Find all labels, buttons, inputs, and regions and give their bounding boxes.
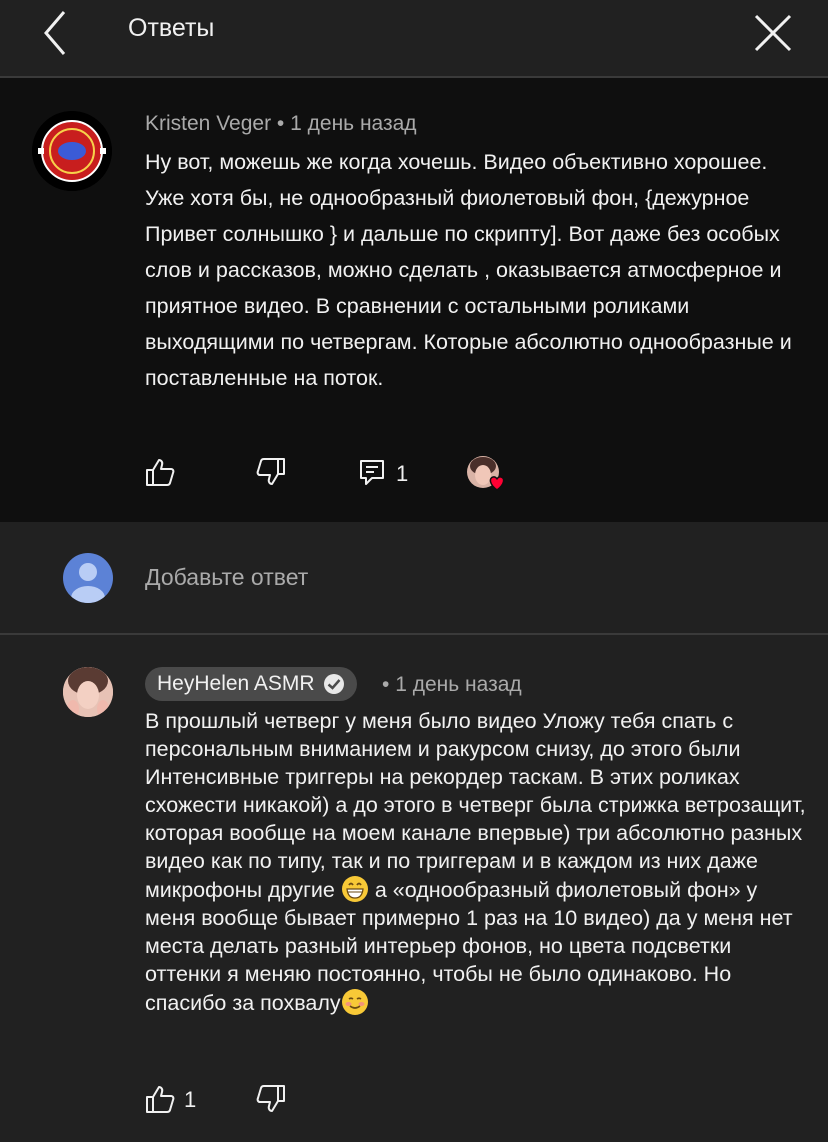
close-icon: [754, 14, 792, 52]
author-badge[interactable]: HeyHelen ASMR: [145, 667, 357, 701]
page-title: Ответы: [128, 14, 215, 42]
like-count: 1: [184, 1087, 197, 1112]
dislike-icon: [256, 1085, 285, 1112]
avatar[interactable]: [32, 111, 112, 191]
smiling-blush-emoji-icon: [341, 989, 368, 1015]
timestamp[interactable]: 1 день назад: [395, 673, 521, 696]
dislike-button[interactable]: [255, 456, 287, 493]
dislike-icon: [256, 458, 285, 485]
comment-actions: 1: [0, 448, 828, 498]
avatar: [63, 553, 113, 603]
reply-count: 1: [396, 461, 409, 486]
verified-check-icon: [323, 674, 344, 694]
comment-text: Ну вот, можешь же когда хочешь. Видео об…: [145, 150, 792, 390]
comment-meta: Kristen Veger • 1 день назад: [145, 112, 417, 136]
back-button[interactable]: [30, 8, 80, 58]
dislike-button[interactable]: [255, 1083, 287, 1120]
creator-heart-avatar: [467, 456, 505, 491]
chevron-left-icon: [44, 11, 66, 55]
like-button[interactable]: [144, 456, 176, 493]
reply-comment: HeyHelen ASMR • 1 день назад В прошлый ч…: [0, 635, 828, 1142]
header: Ответы: [0, 0, 828, 78]
like-button[interactable]: [144, 1083, 176, 1120]
reply-icon: [360, 460, 384, 485]
comment-meta: • 1 день назад: [382, 673, 522, 697]
reply-button[interactable]: [358, 458, 386, 491]
author-name: HeyHelen ASMR: [157, 672, 315, 695]
reply-input[interactable]: Добавьте ответ: [145, 564, 308, 591]
comment-actions: 1: [0, 1075, 828, 1125]
timestamp[interactable]: 1 день назад: [290, 112, 416, 135]
user-icon: [71, 563, 105, 603]
like-icon: [146, 459, 175, 486]
like-icon: [146, 1086, 175, 1113]
creator-heart: [467, 456, 513, 501]
parent-comment: Kristen Veger • 1 день назад Ну вот, мож…: [0, 78, 828, 522]
user-photo-avatar: [63, 667, 113, 717]
comment-text-part1: В прошлый четверг у меня было видео Улож…: [145, 709, 806, 902]
close-button[interactable]: [748, 8, 798, 58]
avatar[interactable]: [63, 667, 113, 717]
channel-logo-avatar: [32, 111, 112, 191]
author-name[interactable]: Kristen Veger: [145, 112, 271, 135]
comment-text: В прошлый четверг у меня было видео Улож…: [145, 707, 813, 1017]
add-reply-row: Добавьте ответ: [0, 522, 828, 634]
meta-separator: •: [382, 673, 390, 696]
meta-separator: •: [276, 112, 285, 135]
grinning-emoji-icon: [341, 876, 368, 902]
